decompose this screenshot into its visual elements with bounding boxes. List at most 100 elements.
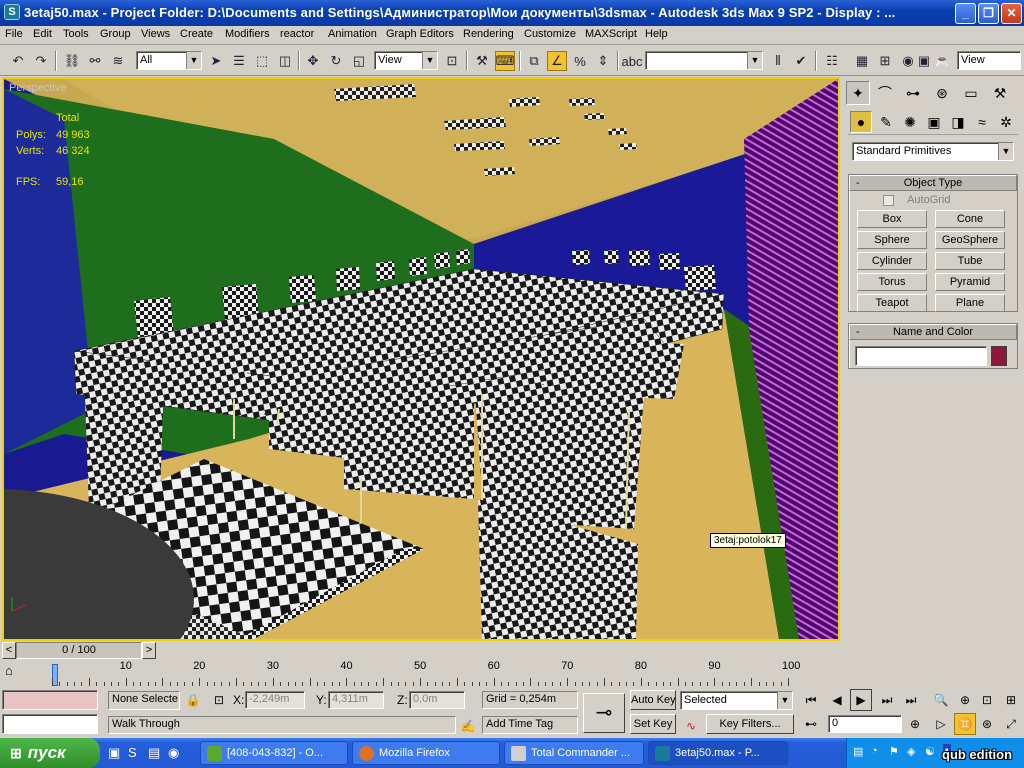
menu-modifiers[interactable]: Modifiers	[225, 28, 270, 40]
utilities-panel-tab[interactable]: ⚒	[988, 81, 1012, 105]
y-coordinate-field[interactable]: 4,311m	[328, 691, 384, 709]
tray-icon[interactable]: ◈	[907, 745, 915, 758]
selection-filter-dropdown[interactable]: All ▼	[136, 51, 202, 70]
menu-maxscript[interactable]: MAXScript	[585, 28, 637, 40]
mirror-icon[interactable]: ⫴	[768, 51, 788, 71]
menu-reactor[interactable]: reactor	[280, 28, 314, 40]
named-selection-sets-dropdown[interactable]: ▼	[645, 51, 763, 70]
reference-coordinate-dropdown[interactable]: View ▼	[374, 51, 438, 70]
key-filters-button[interactable]: Key Filters...	[706, 714, 794, 734]
create-panel-tab[interactable]: ✦	[846, 81, 870, 105]
default-in-out-tangents-icon[interactable]: ∿	[680, 715, 702, 737]
cylinder-button[interactable]: Cylinder	[857, 252, 927, 270]
frame-ruler[interactable]: 0102030405060708090100	[52, 660, 800, 688]
tray-icon[interactable]: ▤	[853, 745, 863, 758]
tray-icon[interactable]: ◔	[871, 745, 878, 757]
curve-editor-icon[interactable]: ▦	[852, 51, 872, 71]
sphere-button[interactable]: Sphere	[857, 231, 927, 249]
close-button[interactable]: ✕	[1001, 3, 1022, 24]
z-coordinate-field[interactable]: 0,0m	[409, 691, 465, 709]
3dsmax-quicklaunch-icon[interactable]: S	[128, 745, 144, 761]
set-key-button[interactable]: Set Key	[630, 714, 676, 734]
time-slider-thumb[interactable]: 0 / 100	[16, 642, 142, 659]
add-time-tag[interactable]: Add Time Tag	[482, 716, 578, 734]
key-filter-selection-dropdown[interactable]: Selected ▼	[680, 691, 793, 710]
zoom-icon[interactable]: 🔍	[930, 689, 952, 711]
menu-graph-editors[interactable]: Graph Editors	[386, 28, 454, 40]
object-name-field[interactable]	[855, 346, 987, 366]
select-and-manipulate-icon[interactable]: ⚒	[472, 51, 492, 71]
select-object-icon[interactable]: ➤	[206, 51, 226, 71]
time-tag-icon[interactable]: ✍	[457, 715, 479, 737]
hierarchy-panel-tab[interactable]: ⊶	[901, 81, 925, 105]
mini-curve-editor-icon[interactable]: ⌂	[5, 663, 25, 683]
snaps-toggle-icon[interactable]: ⧉	[524, 51, 544, 71]
pyramid-button[interactable]: Pyramid	[935, 273, 1005, 291]
menu-edit[interactable]: Edit	[33, 28, 52, 40]
tray-icon[interactable]: ⚑	[889, 745, 899, 758]
key-mode-toggle-icon[interactable]: ⊷	[800, 713, 822, 735]
current-frame-field[interactable]: 0	[828, 715, 902, 733]
select-and-rotate-icon[interactable]: ↻	[326, 51, 346, 71]
x-coordinate-field[interactable]: -2,249m	[245, 691, 305, 709]
maximize-button[interactable]: ❐	[978, 3, 999, 24]
box-button[interactable]: Box	[857, 210, 927, 228]
zoom-extents-all-icon[interactable]: ⊞	[1000, 689, 1022, 711]
menu-rendering[interactable]: Rendering	[463, 28, 514, 40]
keyboard-shortcut-override-icon[interactable]: ⌨	[495, 51, 515, 71]
next-key-icon[interactable]: ⏭	[876, 689, 898, 711]
play-icon[interactable]: ▶	[850, 689, 872, 711]
menu-help[interactable]: Help	[645, 28, 668, 40]
geometry-icon[interactable]: ●	[850, 111, 872, 133]
align-icon[interactable]: ✔	[791, 51, 811, 71]
window-crossing-icon[interactable]: ◫	[275, 51, 295, 71]
menu-group[interactable]: Group	[100, 28, 131, 40]
track-bar[interactable]: ⌂ 0102030405060708090100	[0, 660, 842, 688]
cone-button[interactable]: Cone	[935, 210, 1005, 228]
go-to-end-icon[interactable]: ⏭	[900, 689, 922, 711]
shapes-icon[interactable]: ✎	[875, 111, 897, 133]
helpers-icon[interactable]: ◨	[947, 111, 969, 133]
edit-named-selection-icon[interactable]: abc	[622, 51, 643, 71]
select-by-name-icon[interactable]: ☰	[229, 51, 249, 71]
torus-button[interactable]: Torus	[857, 273, 927, 291]
time-configuration-icon[interactable]: ⊕	[904, 713, 926, 735]
render-scene-icon[interactable]: ▣	[914, 51, 934, 71]
angle-snap-toggle-icon[interactable]: ∠	[547, 51, 567, 71]
tray-icon[interactable]: ☯	[925, 745, 935, 758]
primitive-category-dropdown[interactable]: Standard Primitives ▼	[852, 142, 1014, 161]
absolute-mode-icon[interactable]: ⊡	[208, 689, 230, 711]
unlink-selection-icon[interactable]: ⚯	[85, 51, 105, 71]
maxscript-listener[interactable]	[2, 690, 98, 710]
perspective-viewport[interactable]: Perspective Total Polys: 49 963 Verts: 4…	[2, 77, 840, 641]
layer-manager-icon[interactable]: ☷	[822, 51, 842, 71]
maxscript-output[interactable]	[2, 714, 98, 734]
modify-panel-tab[interactable]: ⌒	[873, 81, 897, 105]
quick-render-icon[interactable]: ☕	[933, 51, 953, 71]
percent-snap-icon[interactable]: %	[570, 51, 590, 71]
auto-key-button[interactable]: Auto Key	[630, 690, 676, 710]
next-frame-button[interactable]: >	[142, 642, 156, 659]
teapot-button[interactable]: Teapot	[857, 294, 927, 312]
zoom-all-icon[interactable]: ⊕	[954, 689, 976, 711]
taskbar-item-icq[interactable]: [408-043-832] - О...	[200, 741, 348, 765]
redo-icon[interactable]: ↷	[31, 51, 51, 71]
viewport-label[interactable]: Perspective	[9, 82, 66, 94]
save-quicklaunch-icon[interactable]: ▣	[108, 745, 124, 761]
maximize-viewport-icon[interactable]: ⤢	[1000, 713, 1022, 735]
start-button[interactable]: ⊞ пуск	[0, 738, 100, 768]
systems-icon[interactable]: ✲	[995, 111, 1017, 133]
walk-through-icon[interactable]: ♊	[954, 713, 976, 735]
geosphere-button[interactable]: GeoSphere	[935, 231, 1005, 249]
lock-selection-icon[interactable]: 🔒	[182, 689, 204, 711]
select-and-link-icon[interactable]: ⛓	[62, 51, 82, 71]
render-preset-dropdown[interactable]: View	[957, 51, 1021, 70]
previous-frame-button[interactable]: <	[2, 642, 16, 659]
select-and-move-icon[interactable]: ✥	[303, 51, 323, 71]
rectangular-selection-icon[interactable]: ⬚	[252, 51, 272, 71]
plane-button[interactable]: Plane	[935, 294, 1005, 312]
object-type-header[interactable]: - Object Type	[849, 175, 1017, 191]
menu-tools[interactable]: Tools	[63, 28, 89, 40]
object-color-swatch[interactable]	[991, 346, 1007, 366]
go-to-start-icon[interactable]: ⏮	[800, 689, 822, 711]
